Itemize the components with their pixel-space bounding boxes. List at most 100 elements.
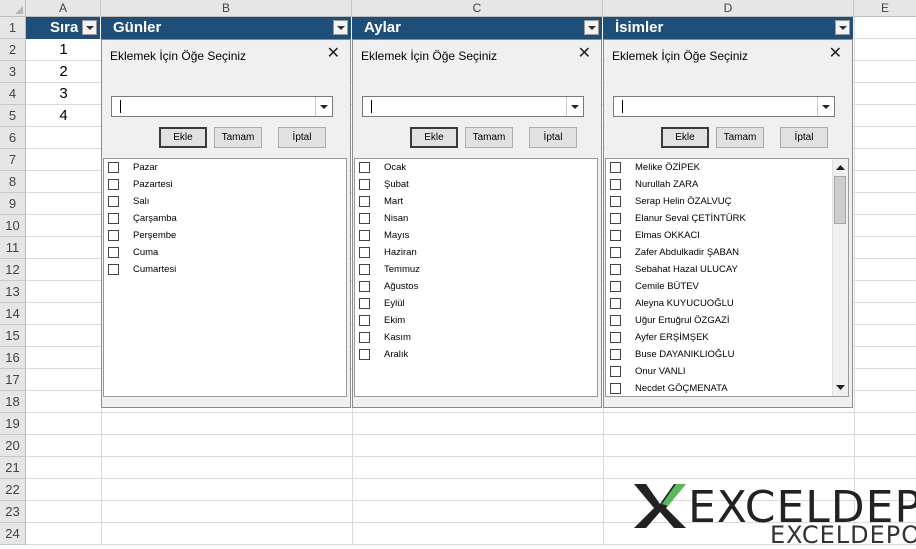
- checkbox[interactable]: [610, 332, 621, 343]
- checkbox[interactable]: [108, 264, 119, 275]
- checkbox[interactable]: [108, 162, 119, 173]
- checkbox[interactable]: [610, 264, 621, 275]
- checkbox[interactable]: [108, 213, 119, 224]
- row-header[interactable]: 11: [0, 237, 26, 259]
- checkbox[interactable]: [359, 349, 370, 360]
- row-header[interactable]: 1: [0, 17, 26, 39]
- checkbox[interactable]: [610, 383, 621, 394]
- checkbox[interactable]: [108, 247, 119, 258]
- ok-button[interactable]: Tamam: [716, 127, 764, 148]
- cancel-button[interactable]: İptal: [278, 127, 326, 148]
- header-cell-aylar[interactable]: Aylar: [352, 17, 603, 39]
- close-icon[interactable]: ✕: [327, 46, 340, 62]
- add-button[interactable]: Ekle: [661, 127, 709, 148]
- row-header[interactable]: 23: [0, 501, 26, 523]
- sira-cell[interactable]: 4: [26, 105, 101, 127]
- row-header[interactable]: 14: [0, 303, 26, 325]
- vertical-scrollbar[interactable]: [832, 159, 848, 396]
- checkbox[interactable]: [359, 213, 370, 224]
- sira-cell[interactable]: 1: [26, 39, 101, 61]
- row-header[interactable]: 6: [0, 127, 26, 149]
- row-header[interactable]: 21: [0, 457, 26, 479]
- cancel-button[interactable]: İptal: [780, 127, 828, 148]
- checkbox[interactable]: [108, 179, 119, 190]
- checkbox[interactable]: [359, 315, 370, 326]
- item-combo-box[interactable]: [111, 96, 333, 117]
- chevron-down-icon[interactable]: [566, 97, 583, 116]
- row-header[interactable]: 13: [0, 281, 26, 303]
- filter-dropdown-icon[interactable]: [584, 20, 599, 35]
- scroll-down-icon[interactable]: [835, 382, 846, 393]
- row-header[interactable]: 16: [0, 347, 26, 369]
- row-header[interactable]: 8: [0, 171, 26, 193]
- row-header[interactable]: 2: [0, 39, 26, 61]
- checkbox-list[interactable]: Ocak Şubat Mart Nisan Mayıs Haziran Temmuz Ağus…: [354, 158, 598, 397]
- sira-cell[interactable]: 2: [26, 61, 101, 83]
- scrollbar-thumb[interactable]: [834, 176, 846, 224]
- row-header[interactable]: 24: [0, 523, 26, 545]
- filter-dropdown-icon[interactable]: [835, 20, 850, 35]
- row-header[interactable]: 17: [0, 369, 26, 391]
- header-cell-sira[interactable]: Sıra: [26, 17, 101, 39]
- cancel-button[interactable]: İptal: [529, 127, 577, 148]
- checkbox[interactable]: [610, 298, 621, 309]
- row-header[interactable]: 20: [0, 435, 26, 457]
- checkbox[interactable]: [359, 179, 370, 190]
- ok-button[interactable]: Tamam: [465, 127, 513, 148]
- checkbox[interactable]: [610, 281, 621, 292]
- row-header[interactable]: 19: [0, 413, 26, 435]
- row-header[interactable]: 18: [0, 391, 26, 413]
- column-header-a[interactable]: A: [26, 0, 101, 17]
- header-cell-isimler[interactable]: İsimler: [603, 17, 854, 39]
- checkbox[interactable]: [359, 247, 370, 258]
- item-combo-box[interactable]: [613, 96, 835, 117]
- row-header[interactable]: 22: [0, 479, 26, 501]
- checkbox[interactable]: [108, 230, 119, 241]
- checkbox[interactable]: [610, 366, 621, 377]
- checkbox[interactable]: [359, 264, 370, 275]
- checkbox[interactable]: [610, 196, 621, 207]
- filter-dropdown-icon[interactable]: [82, 20, 97, 35]
- row-header[interactable]: 4: [0, 83, 26, 105]
- column-header-d[interactable]: D: [603, 0, 854, 17]
- item-combo-box[interactable]: [362, 96, 584, 117]
- checkbox[interactable]: [108, 196, 119, 207]
- column-header-b[interactable]: B: [101, 0, 352, 17]
- checkbox[interactable]: [359, 281, 370, 292]
- checkbox[interactable]: [610, 349, 621, 360]
- row-header[interactable]: 12: [0, 259, 26, 281]
- column-header-c[interactable]: C: [352, 0, 603, 17]
- close-icon[interactable]: ✕: [829, 46, 842, 62]
- checkbox[interactable]: [610, 179, 621, 190]
- row-header[interactable]: 15: [0, 325, 26, 347]
- sira-cell[interactable]: 3: [26, 83, 101, 105]
- checkbox-list[interactable]: Melike ÖZİPEK Nurullah ZARA Serap Helin ÖZ…: [605, 158, 849, 397]
- checkbox[interactable]: [610, 247, 621, 258]
- checkbox[interactable]: [610, 230, 621, 241]
- ok-button[interactable]: Tamam: [214, 127, 262, 148]
- filter-dropdown-icon[interactable]: [333, 20, 348, 35]
- checkbox[interactable]: [610, 213, 621, 224]
- checkbox[interactable]: [359, 196, 370, 207]
- select-all-corner[interactable]: [0, 0, 26, 17]
- row-header[interactable]: 10: [0, 215, 26, 237]
- checkbox[interactable]: [359, 230, 370, 241]
- add-button[interactable]: Ekle: [159, 127, 207, 148]
- checkbox[interactable]: [359, 332, 370, 343]
- checkbox[interactable]: [610, 162, 621, 173]
- scroll-up-icon[interactable]: [835, 162, 846, 173]
- column-header-e[interactable]: E: [854, 0, 916, 17]
- chevron-down-icon[interactable]: [817, 97, 834, 116]
- checkbox[interactable]: [610, 315, 621, 326]
- row-header[interactable]: 5: [0, 105, 26, 127]
- close-icon[interactable]: ✕: [578, 46, 591, 62]
- row-header[interactable]: 9: [0, 193, 26, 215]
- add-button[interactable]: Ekle: [410, 127, 458, 148]
- row-header[interactable]: 7: [0, 149, 26, 171]
- checkbox[interactable]: [359, 298, 370, 309]
- row-header[interactable]: 3: [0, 61, 26, 83]
- checkbox[interactable]: [359, 162, 370, 173]
- checkbox-list[interactable]: Pazar Pazartesi Salı Çarşamba Perşembe Cuma Cu…: [103, 158, 347, 397]
- header-cell-gunler[interactable]: Günler: [101, 17, 352, 39]
- chevron-down-icon[interactable]: [315, 97, 332, 116]
